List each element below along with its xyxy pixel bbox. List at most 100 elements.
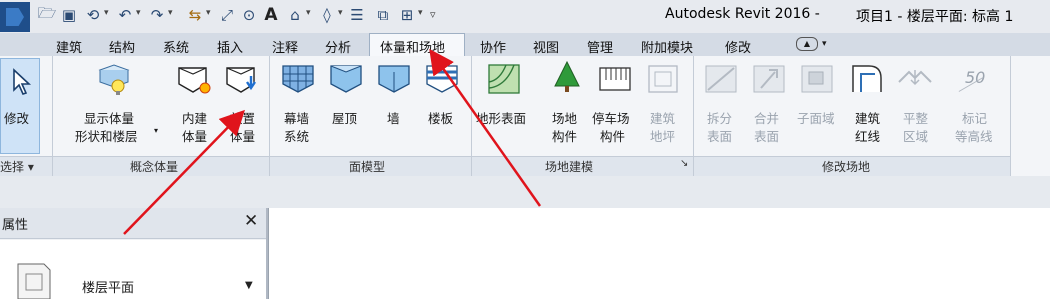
section-icon[interactable]: ◊ — [318, 6, 336, 24]
place-mass-icon[interactable] — [224, 62, 260, 96]
label-contours-label-1: 标记 — [962, 111, 988, 126]
thin-lines-icon[interactable]: ☰ — [348, 6, 366, 24]
tab-insert[interactable]: 插入 — [217, 37, 243, 56]
show-mass-icon[interactable] — [96, 62, 132, 96]
close-icon[interactable]: ✕ — [244, 211, 258, 231]
curtain-system-label-2: 系统 — [284, 129, 310, 144]
floor-by-face-icon[interactable] — [424, 62, 460, 96]
open-icon[interactable]: 🗁 — [38, 4, 57, 24]
tab-systems[interactable]: 系统 — [163, 37, 189, 56]
tab-massing-and-site[interactable]: 体量和场地 — [380, 37, 445, 56]
switch-windows-icon[interactable]: ⊞ — [398, 6, 416, 24]
properties-header — [0, 208, 266, 239]
tab-analyze[interactable]: 分析 — [325, 37, 351, 56]
building-pad-icon — [648, 65, 678, 93]
show-mass-dropdown-icon[interactable]: ▾ — [154, 126, 158, 135]
label-contours-label-2: 等高线 — [955, 129, 993, 144]
revit-app-menu-button[interactable] — [0, 2, 30, 32]
merge-surfaces-label-1: 合并 — [754, 111, 780, 126]
section-dropdown-icon[interactable]: ▾ — [338, 8, 343, 18]
curtain-system-label-1: 幕墙 — [284, 111, 310, 126]
place-mass-label-1: 放置 — [230, 111, 256, 126]
site-component-label-2: 构件 — [552, 129, 578, 144]
type-dropdown-icon[interactable]: ▼ — [245, 280, 253, 291]
tab-add-ins[interactable]: 附加模块 — [641, 37, 693, 56]
merge-surfaces-icon — [753, 65, 785, 93]
tab-modify[interactable]: 修改 — [725, 37, 751, 56]
show-mass-label-2: 形状和楼层 — [75, 129, 138, 144]
toposurface-icon[interactable] — [486, 62, 522, 96]
ribbon-minimize-dropdown-icon[interactable]: ▾ — [822, 39, 827, 49]
save-icon[interactable]: ▣ — [60, 6, 78, 24]
properties-title: 属性 — [2, 218, 29, 233]
redo-dropdown-icon[interactable]: ▾ — [168, 8, 173, 18]
site-component-icon[interactable] — [549, 60, 585, 94]
wall-by-face-label: 墙 — [387, 111, 400, 126]
property-line-label-1: 建筑 — [855, 111, 881, 126]
dimension-icon[interactable]: ⤢ — [218, 6, 236, 24]
building-pad-label-2: 地坪 — [650, 129, 676, 144]
text-icon[interactable]: A — [262, 5, 280, 25]
redo-icon[interactable]: ↷ — [148, 6, 166, 24]
select-panel-dropdown[interactable]: 选择 ▾ — [0, 158, 34, 175]
roof-by-face-icon[interactable] — [328, 62, 364, 96]
panel-label-site-modeling: 场地建模 — [545, 160, 594, 174]
roof-by-face-label: 屋顶 — [332, 111, 358, 126]
split-surface-icon — [705, 65, 737, 93]
graded-region-label-1: 平整 — [903, 111, 929, 126]
property-line-label-2: 红线 — [855, 129, 881, 144]
measure-dropdown-icon[interactable]: ▾ — [206, 8, 211, 18]
undo-dropdown-icon[interactable]: ▾ — [136, 8, 141, 18]
in-place-mass-label-2: 体量 — [182, 129, 208, 144]
split-surface-label-2: 表面 — [707, 129, 733, 144]
property-line-icon[interactable] — [849, 62, 885, 96]
cursor-arrow-icon — [13, 68, 32, 95]
project-view-title: 项目1 - 楼层平面: 标高 1 — [856, 9, 1014, 25]
parking-component-label-1: 停车场 — [592, 111, 630, 126]
place-mass-label-2: 体量 — [230, 129, 256, 144]
graded-region-label-2: 区域 — [903, 129, 929, 144]
undo-icon[interactable]: ↶ — [116, 6, 134, 24]
in-place-mass-icon[interactable] — [176, 62, 212, 96]
tab-annotate[interactable]: 注释 — [272, 37, 298, 56]
tab-architecture[interactable]: 建筑 — [56, 37, 82, 56]
wall-by-face-icon[interactable] — [376, 62, 412, 96]
split-surface-label-1: 拆分 — [707, 111, 733, 126]
tag-icon[interactable]: ⊙ — [240, 6, 258, 24]
close-windows-icon[interactable]: ⧉ — [374, 6, 392, 24]
floor-plan-type-icon — [17, 263, 51, 299]
toposurface-label: 地形表面 — [476, 111, 527, 126]
subregion-label: 子面域 — [797, 111, 835, 126]
panel-separator — [693, 56, 694, 176]
floor-by-face-label: 楼板 — [428, 111, 454, 126]
switch-windows-dropdown-icon[interactable]: ▾ — [418, 8, 423, 18]
tab-collaborate[interactable]: 协作 — [480, 37, 506, 56]
label-contours-icon: 50 — [953, 62, 989, 96]
panel-separator — [1010, 56, 1011, 176]
building-pad-label-1: 建筑 — [650, 111, 676, 126]
sync-icon[interactable]: ⟲ — [84, 6, 102, 24]
app-title: Autodesk Revit 2016 - — [665, 6, 820, 22]
curtain-system-icon[interactable] — [280, 62, 316, 96]
type-selector-value: 楼层平面 — [82, 281, 135, 296]
3d-view-icon[interactable]: ⌂ — [286, 6, 304, 24]
parking-component-icon[interactable] — [597, 62, 633, 96]
ribbon-minimize-icon[interactable]: ▲ — [796, 37, 818, 51]
modify-label: 修改 — [4, 111, 30, 126]
3d-view-dropdown-icon[interactable]: ▾ — [306, 8, 311, 18]
site-settings-launcher-icon[interactable]: ↘ — [680, 158, 688, 169]
panel-separator — [269, 56, 270, 176]
parking-component-label-2: 构件 — [600, 129, 626, 144]
tab-manage[interactable]: 管理 — [587, 37, 613, 56]
site-component-label-1: 场地 — [552, 111, 578, 126]
customize-qat-icon[interactable]: ▿ — [430, 8, 436, 21]
sync-dropdown-icon[interactable]: ▾ — [104, 8, 109, 18]
panel-label-modify-site: 修改场地 — [822, 160, 871, 174]
measure-icon[interactable]: ⇆ — [186, 6, 204, 24]
panel-separator — [471, 56, 472, 176]
ribbon-tab-bar — [0, 33, 1050, 57]
panel-label-model-by-face: 面模型 — [349, 160, 386, 174]
drawing-canvas[interactable] — [268, 208, 1050, 299]
tab-structure[interactable]: 结构 — [109, 37, 135, 56]
tab-view[interactable]: 视图 — [533, 37, 559, 56]
